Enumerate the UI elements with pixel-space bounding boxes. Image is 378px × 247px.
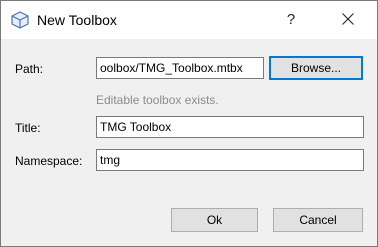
window-title: New Toolbox bbox=[37, 12, 117, 28]
cancel-button[interactable]: Cancel bbox=[273, 208, 363, 232]
namespace-label: Namespace: bbox=[15, 154, 83, 168]
close-icon bbox=[342, 13, 354, 25]
path-value: oolbox/TMG_Toolbox.mtbx bbox=[100, 61, 243, 75]
path-label: Path: bbox=[15, 62, 44, 76]
editable-hint: Editable toolbox exists. bbox=[96, 93, 219, 107]
title-bar: New Toolbox ? bbox=[1, 1, 377, 39]
namespace-field[interactable]: tmg bbox=[96, 149, 364, 171]
new-toolbox-dialog: New Toolbox ? Path: oolbox/TMG_Toolbox.m… bbox=[0, 0, 378, 247]
ok-button[interactable]: Ok bbox=[171, 208, 258, 232]
browse-button[interactable]: Browse... bbox=[269, 56, 363, 80]
close-button[interactable] bbox=[329, 1, 369, 39]
toolbox-icon bbox=[11, 11, 29, 29]
path-field[interactable]: oolbox/TMG_Toolbox.mtbx bbox=[96, 57, 264, 79]
title-field[interactable]: TMG Toolbox bbox=[96, 116, 364, 138]
help-button[interactable]: ? bbox=[271, 1, 311, 39]
title-label: Title: bbox=[15, 121, 41, 135]
